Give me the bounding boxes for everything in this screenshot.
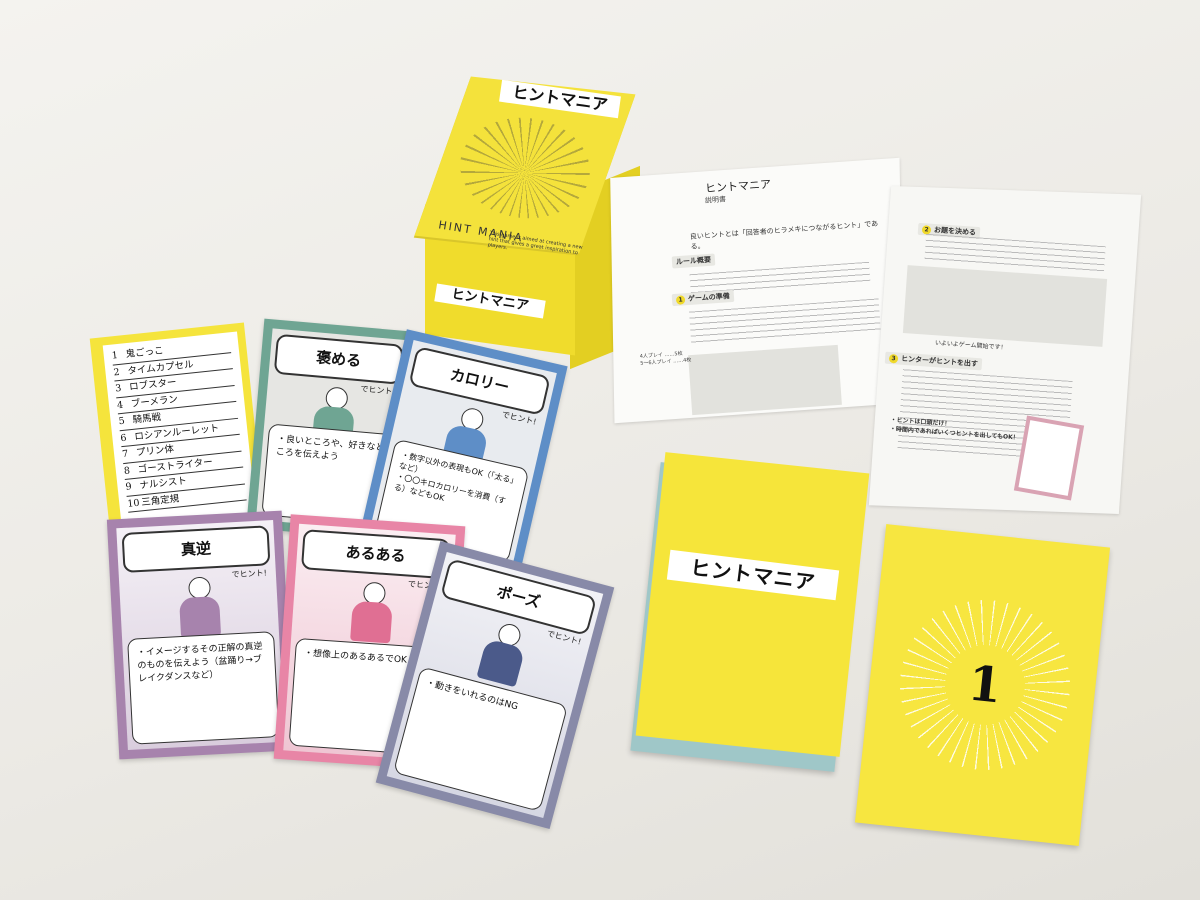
topic-list: 1 鬼ごっこ 2 タイムカプセル 3 ロブスター 4 ブーメラン 5 騎馬戦 6 ロシアンル…	[102, 331, 257, 530]
hint-card-description: ・イメージするその正解の真逆のものを伝えよう（盆踊り→ブレイクダンスなど）	[127, 631, 280, 745]
topic-diagram	[902, 265, 1108, 347]
hint-card-tag: でヒント!	[231, 568, 268, 580]
hint-card-gyaku: 真逆 でヒント! ・イメージするその正解の真逆のものを伝えよう（盆踊り→ブレイク…	[106, 510, 295, 760]
sheet-subtitle: 説明書	[704, 195, 727, 205]
person-illustration	[347, 581, 395, 650]
hint-card-title: 真逆	[121, 525, 271, 573]
card-deck-back	[635, 452, 870, 757]
setup-diagram	[688, 344, 842, 416]
